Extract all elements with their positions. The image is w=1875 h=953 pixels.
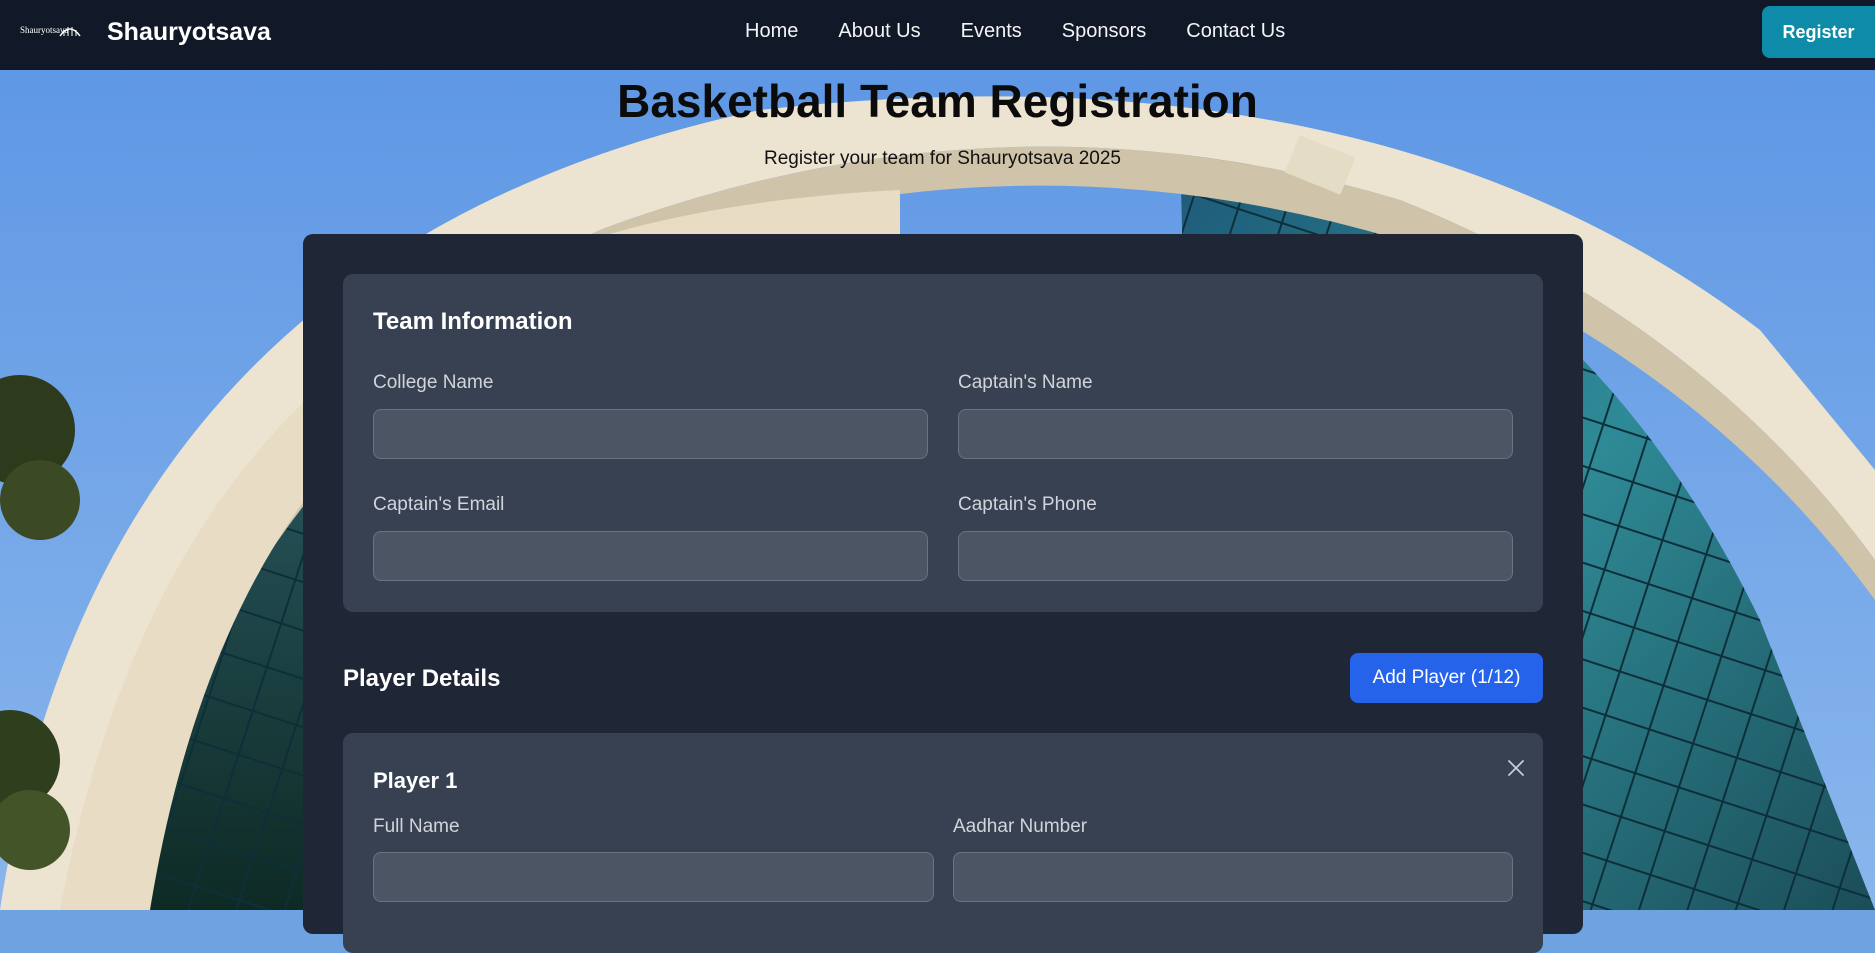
close-icon[interactable] — [1506, 758, 1526, 778]
registration-form-card: Team Information College Name Captain's … — [303, 234, 1583, 953]
captain-name-input[interactable] — [958, 409, 1513, 459]
nav-link-contact-us[interactable]: Contact Us — [1186, 20, 1285, 43]
captain-phone-label: Captain's Phone — [958, 494, 1097, 515]
full-name-label: Full Name — [373, 816, 460, 837]
college-name-input[interactable] — [373, 409, 928, 459]
captain-email-label: Captain's Email — [373, 494, 505, 515]
shauryotsava-logo[interactable]: Shauryotsava — [20, 20, 82, 40]
register-button[interactable]: Register — [1762, 6, 1875, 58]
player-title: Player 1 — [373, 768, 458, 793]
team-information-panel: Team Information College Name Captain's … — [343, 274, 1543, 612]
top-navbar: Shauryotsava Shauryotsava Home About Us … — [0, 0, 1875, 70]
nav-link-sponsors[interactable]: Sponsors — [1062, 20, 1147, 43]
nav-links: Home About Us Events Sponsors Contact Us — [745, 20, 1325, 43]
nav-link-about-us[interactable]: About Us — [838, 20, 920, 43]
page-subtitle: Register your team for Shauryotsava 2025 — [764, 148, 1121, 169]
add-player-button[interactable]: Add Player (1/12) — [1350, 653, 1543, 703]
captain-name-label: Captain's Name — [958, 372, 1093, 393]
full-name-input[interactable] — [373, 852, 934, 902]
nav-link-events[interactable]: Events — [961, 20, 1022, 43]
college-name-label: College Name — [373, 372, 494, 393]
aadhar-number-label: Aadhar Number — [953, 816, 1088, 837]
brand-name[interactable]: Shauryotsava — [107, 18, 271, 47]
player-details-heading: Player Details — [343, 665, 501, 692]
team-information-heading: Team Information — [373, 308, 573, 335]
nav-link-home[interactable]: Home — [745, 20, 798, 43]
captain-email-input[interactable] — [373, 531, 928, 581]
player-card: Player 1 Full Name Aadhar Number — [343, 733, 1543, 953]
captain-phone-input[interactable] — [958, 531, 1513, 581]
page-title: Basketball Team Registration — [617, 75, 1258, 127]
aadhar-number-input[interactable] — [953, 852, 1513, 902]
